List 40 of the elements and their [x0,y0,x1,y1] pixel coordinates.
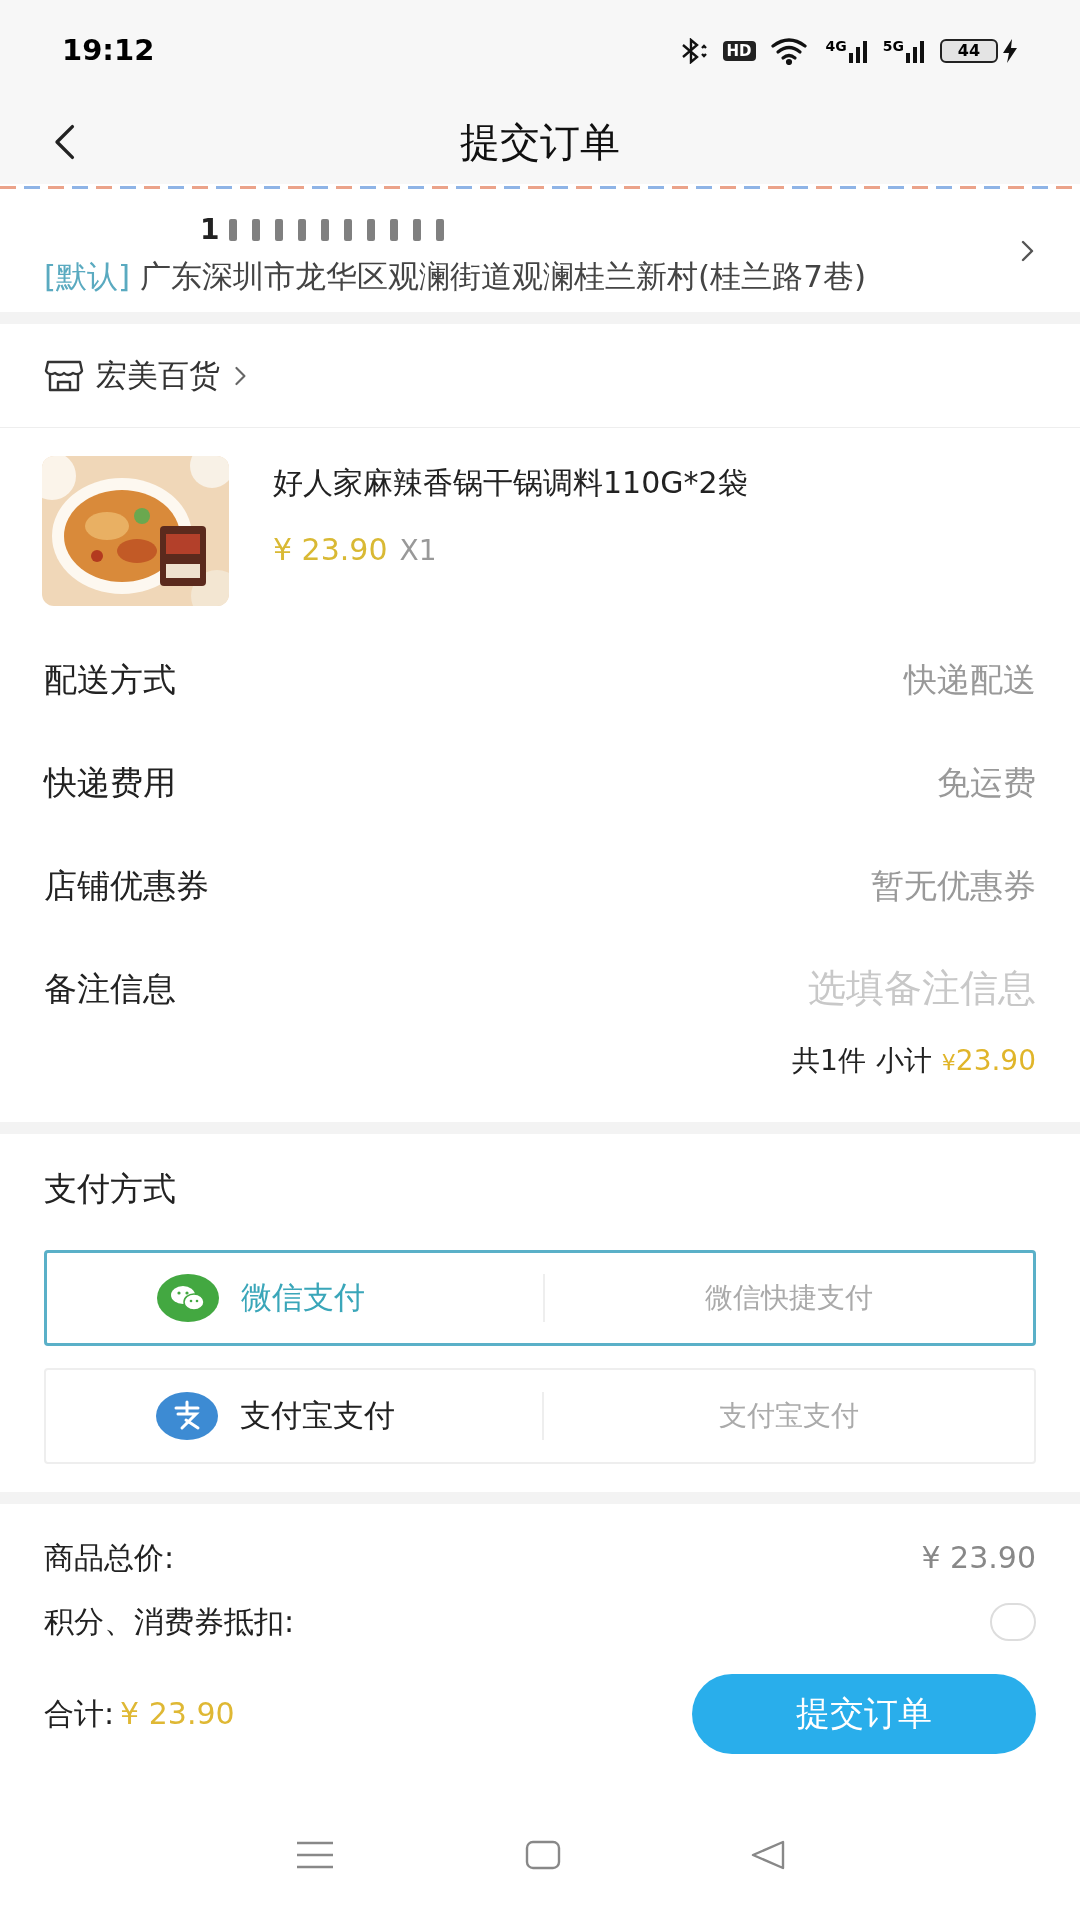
shop-name[interactable]: 宏美百货 [96,352,220,399]
status-time: 19:12 [62,32,155,70]
store-icon [44,358,84,393]
detail-label: 店铺优惠券 [44,864,209,907]
goods-total-amount: ¥ 23.90 [921,1539,1036,1577]
page-title: 提交订单 [460,118,620,167]
subtotal-label: 小计 [875,1043,932,1079]
chat-bubbles-icon [157,1273,219,1322]
back-nav-icon[interactable] [751,1840,785,1870]
detail-label: 快递费用 [44,761,176,804]
payment-logo-icon [156,1391,218,1440]
address-text: [默认] 广东深圳市龙华区观澜街道观澜桂兰新村(桂兰路7巷) [44,257,867,296]
product-name: 好人家麻辣香锅干锅调料110G*2袋 [273,464,748,502]
product-price: ¥ 23.90 [273,531,388,569]
section-title: 支付方式 [44,1168,177,1210]
goods-total-label: 商品总价: [44,1539,175,1577]
signal-icon [906,39,926,63]
detail-label: 备注信息 [44,967,176,1010]
network-label: 4G [825,39,847,53]
total-label: 合计: [44,1695,115,1733]
product-quantity: X1 [399,533,437,569]
phone-number: 1 [200,212,220,248]
detail-value: 快递配送 [904,658,1036,701]
subtotal-amount: ¥23.90 [941,1043,1036,1079]
address-card[interactable]: 1 [默认] 广东深圳市龙华区观澜街道观澜桂兰新村(桂兰路7巷) [0,190,1080,308]
detail-value: 暂无优惠券 [871,864,1036,907]
menu-icon[interactable] [295,1840,335,1870]
network-label: 5G [882,39,904,53]
hd-badge: HD [722,41,756,61]
signal-icon [848,39,869,63]
points-checkbox[interactable] [990,1602,1036,1641]
detail-value: 免运费 [937,761,1036,804]
item-count: 共1件 [792,1043,866,1079]
detail-label: 配送方式 [44,658,176,701]
home-icon[interactable] [525,1840,561,1870]
points-label: 积分、消费券抵扣: [44,1603,295,1641]
battery-indicator: 44 [940,39,998,63]
total-amount: ¥ 23.90 [120,1695,235,1733]
lightning-icon [1002,39,1018,63]
payment-option[interactable]: 支付宝支付 支付宝支付 [44,1367,1036,1464]
